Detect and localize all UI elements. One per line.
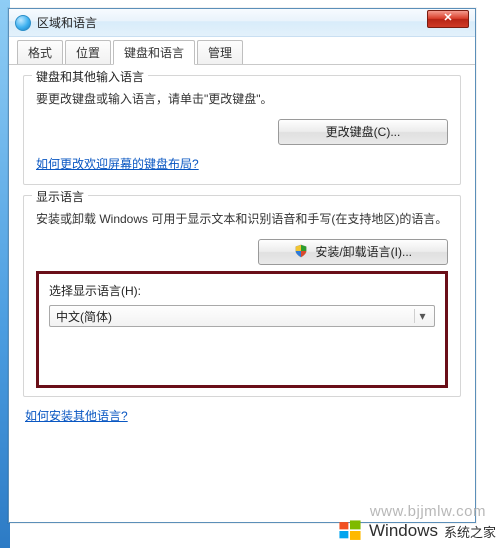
uac-shield-icon xyxy=(294,242,308,256)
close-icon: ✕ xyxy=(443,12,452,24)
how-install-languages-link[interactable]: 如何安装其他语言? xyxy=(25,407,128,424)
region-language-dialog: 区域和语言 ✕ 格式 位置 键盘和语言 管理 键盘和其他输入语言 要更改键盘或输… xyxy=(8,8,476,523)
tab-location[interactable]: 位置 xyxy=(65,40,111,64)
change-keyboards-button[interactable]: 更改键盘(C)... xyxy=(278,119,448,145)
window-title: 区域和语言 xyxy=(37,14,97,31)
tab-content: 键盘和其他输入语言 要更改键盘或输入语言，请单击"更改键盘"。 更改键盘(C).… xyxy=(9,65,475,432)
watermark-brand-sub: 系统之家 xyxy=(444,522,496,541)
install-uninstall-label: 安装/卸载语言(I)... xyxy=(315,245,412,259)
install-uninstall-languages-button[interactable]: 安装/卸载语言(I)... xyxy=(258,239,448,265)
titlebar: 区域和语言 ✕ xyxy=(9,9,475,37)
group-display-title: 显示语言 xyxy=(32,188,88,205)
keyboards-desc: 要更改键盘或输入语言，请单击"更改键盘"。 xyxy=(36,90,448,109)
choose-display-language-label: 选择显示语言(H): xyxy=(49,282,435,299)
chevron-down-icon: ▾ xyxy=(414,309,430,323)
close-button[interactable]: ✕ xyxy=(427,10,469,28)
tab-admin[interactable]: 管理 xyxy=(197,40,243,64)
display-language-selected: 中文(简体) xyxy=(56,308,112,325)
bottom-row: 如何安装其他语言? xyxy=(23,407,461,424)
display-language-desc: 安装或卸载 Windows 可用于显示文本和识别语音和手写(在支持地区)的语言。 xyxy=(36,210,448,229)
group-display-language: 显示语言 安装或卸载 Windows 可用于显示文本和识别语音和手写(在支持地区… xyxy=(23,195,461,397)
welcome-screen-layout-link[interactable]: 如何更改欢迎屏幕的键盘布局? xyxy=(36,155,199,172)
choose-display-language-highlight: 选择显示语言(H): 中文(简体) ▾ xyxy=(36,271,448,388)
tabs: 格式 位置 键盘和语言 管理 xyxy=(9,37,475,65)
display-language-select[interactable]: 中文(简体) ▾ xyxy=(49,305,435,327)
tab-keyboards-languages[interactable]: 键盘和语言 xyxy=(113,40,195,65)
tab-format[interactable]: 格式 xyxy=(17,40,63,64)
group-keyboards: 键盘和其他输入语言 要更改键盘或输入语言，请单击"更改键盘"。 更改键盘(C).… xyxy=(23,75,461,185)
globe-icon xyxy=(15,15,31,31)
group-keyboards-title: 键盘和其他输入语言 xyxy=(32,68,148,85)
watermark-brand-main: Windows xyxy=(369,521,438,541)
